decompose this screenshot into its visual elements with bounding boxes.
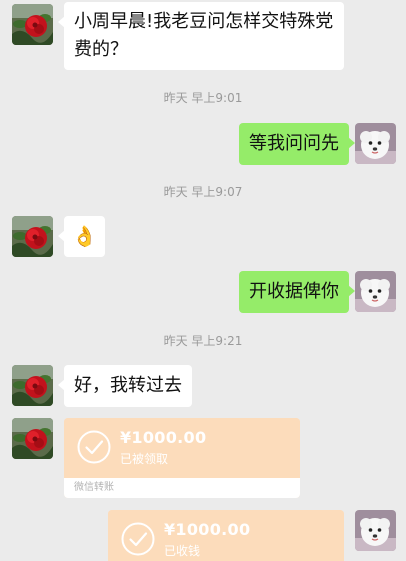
check-circle-icon — [120, 521, 156, 557]
contact-avatar[interactable] — [12, 4, 53, 45]
message-bubble-incoming[interactable]: 好，我转过去 — [58, 365, 192, 407]
transfer-card-body: ¥1000.00 已收钱 — [108, 510, 344, 561]
transfer-amount: ¥1000.00 — [164, 520, 251, 539]
red-flower-icon — [12, 4, 53, 45]
transfer-status: 已被领取 — [120, 452, 169, 466]
contact-avatar[interactable] — [12, 418, 53, 459]
transfer-card-incoming[interactable]: ¥1000.00 已被领取 微信转账 — [64, 418, 300, 498]
white-dog-icon — [355, 271, 396, 312]
message-text: 好，我转过去 — [74, 375, 182, 396]
contact-avatar[interactable] — [12, 365, 53, 406]
transfer-footer: 微信转账 — [64, 478, 300, 498]
message-text: 等我问问先 — [249, 133, 339, 154]
transfer-card-body: ¥1000.00 已被领取 — [64, 418, 300, 478]
red-flower-icon — [12, 216, 53, 257]
transfer-card-outgoing[interactable]: ¥1000.00 已收钱 — [108, 510, 344, 561]
check-circle-icon — [76, 429, 112, 465]
my-avatar[interactable] — [355, 271, 396, 312]
transfer-amount: ¥1000.00 — [120, 428, 207, 447]
my-avatar[interactable] — [355, 510, 396, 551]
timestamp: 昨天 早上9:07 — [163, 185, 243, 199]
chat-window: 小周早晨!我老豆问怎样交特殊党费的？ 昨天 早上9:01 等我问问先 昨天 早上… — [0, 0, 406, 561]
message-bubble-incoming[interactable]: 👌 — [58, 216, 105, 257]
timestamp: 昨天 早上9:21 — [163, 334, 243, 348]
message-bubble-outgoing[interactable]: 等我问问先 — [239, 123, 355, 165]
message-text: 小周早晨!我老豆问怎样交特殊党费的？ — [74, 11, 334, 60]
timestamp: 昨天 早上9:01 — [163, 91, 243, 105]
message-bubble-incoming[interactable]: 小周早晨!我老豆问怎样交特殊党费的？ — [58, 2, 344, 70]
white-dog-icon — [355, 123, 396, 164]
contact-avatar[interactable] — [12, 216, 53, 257]
white-dog-icon — [355, 510, 396, 551]
red-flower-icon — [12, 365, 53, 406]
my-avatar[interactable] — [355, 123, 396, 164]
message-text: 开收据俾你 — [249, 281, 339, 302]
ok-hand-emoji: 👌 — [72, 224, 97, 248]
red-flower-icon — [12, 418, 53, 459]
transfer-status: 已收钱 — [164, 544, 201, 558]
message-bubble-outgoing[interactable]: 开收据俾你 — [239, 271, 355, 313]
